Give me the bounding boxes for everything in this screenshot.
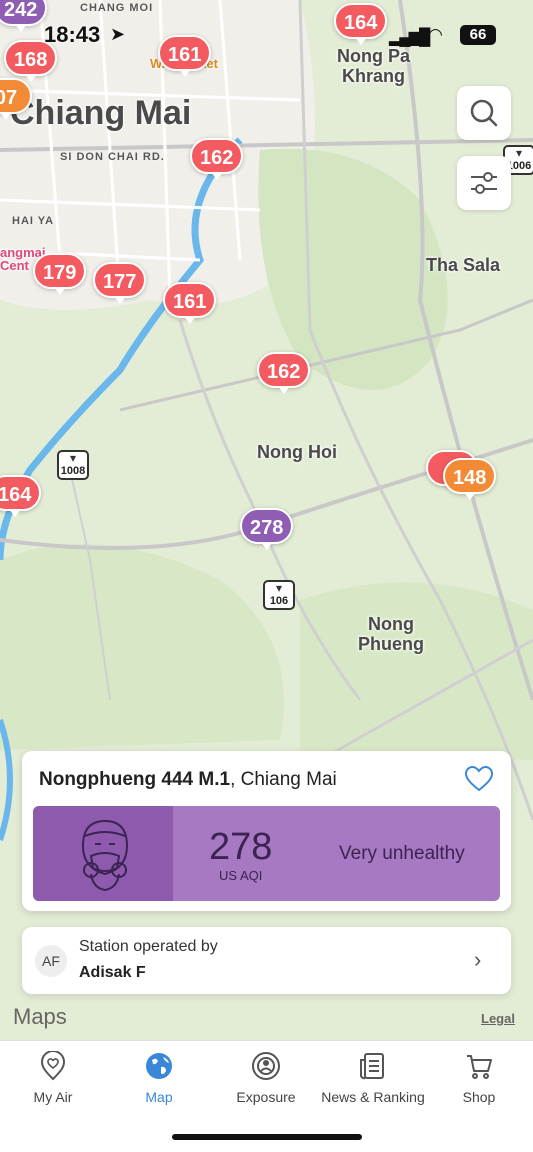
search-button[interactable] [457,86,511,140]
filter-icon [471,172,497,194]
aqi-level: Very unhealthy [339,843,465,864]
aqi-pin[interactable]: 162 [257,352,311,394]
aqi-face-panel [33,806,173,901]
map-label-si-don-chai-rd: SI DON CHAI RD. [60,151,165,163]
station-name: Nongphueng 444 M.1 [39,769,231,790]
operator-label: Station operated by [79,938,218,955]
aqi-summary: 278 US AQI Very unhealthy [33,806,500,901]
aqi-pin[interactable]: 164 [0,475,42,517]
status-time: 18:43 [44,22,101,47]
road-shield-1008: 1008 [57,450,89,480]
aqi-pin-selected[interactable]: 278 [240,508,294,550]
tab-exposure[interactable]: Exposure [213,1051,319,1105]
news-icon [360,1053,384,1080]
station-title: Nongphueng 444 M.1, Chiang Mai [39,769,337,791]
tab-map[interactable]: Map [106,1051,212,1105]
tab-label: Shop [462,1089,496,1105]
location-arrow-icon: ➤ [110,24,126,44]
wifi-icon: ◠ [428,25,443,44]
avatar: AF [35,945,67,977]
aqi-value: 278 [209,826,273,868]
mask-face-icon [81,819,129,892]
location-heart-icon [40,1051,66,1081]
road-shield-106: 106 [263,580,295,610]
maps-text: Maps [13,1004,67,1029]
aqi-pin[interactable]: 148 [443,458,497,500]
station-operator-row[interactable]: AF Station operated by Adisak F › [22,927,511,994]
tab-label: My Air [33,1089,73,1105]
map-label-hai-ya: HAI YA [12,215,55,227]
status-bar: 18:43 ➤ ▂▄▆█ ◠ 66 [0,0,533,70]
battery-indicator: 66 [460,25,496,45]
map-label-nong-hoi: Nong Hoi [257,442,337,462]
tab-my-air[interactable]: My Air [0,1051,106,1105]
aqi-unit: US AQI [219,868,263,883]
tab-label: News & Ranking [321,1089,425,1105]
map-label-chiang-mai: Chiang Mai [10,94,192,132]
aqi-pin[interactable]: 179 [33,253,87,295]
home-indicator [172,1134,362,1140]
tab-label: Map [145,1089,173,1105]
aqi-pin[interactable]: 177 [93,262,147,304]
filter-button[interactable] [457,156,511,210]
heart-icon[interactable] [464,765,494,793]
map-label-tha-sala: Tha Sala [426,255,501,275]
station-city: , Chiang Mai [230,769,337,790]
tab-news-ranking[interactable]: News & Ranking [320,1051,426,1105]
apple-maps-logo: Maps [13,1004,67,1030]
operator-name: Adisak F [79,964,146,981]
cellular-signal-icon: ▂▄▆█ [389,29,430,46]
map-label-nong-phueng: Nong Phueng [358,614,424,654]
station-card[interactable]: Nongphueng 444 M.1, Chiang Mai 278 US AQ… [22,751,511,911]
aqi-pin[interactable]: 161 [163,282,217,324]
chevron-right-icon: › [474,947,482,972]
aqi-pin[interactable]: 162 [190,138,244,180]
globe-icon [146,1053,172,1079]
cart-icon [467,1055,492,1079]
exposure-icon [252,1052,280,1080]
tab-shop[interactable]: Shop [426,1051,532,1105]
tab-label: Exposure [236,1089,296,1105]
legal-link[interactable]: Legal [481,1011,515,1026]
search-icon [470,99,498,127]
